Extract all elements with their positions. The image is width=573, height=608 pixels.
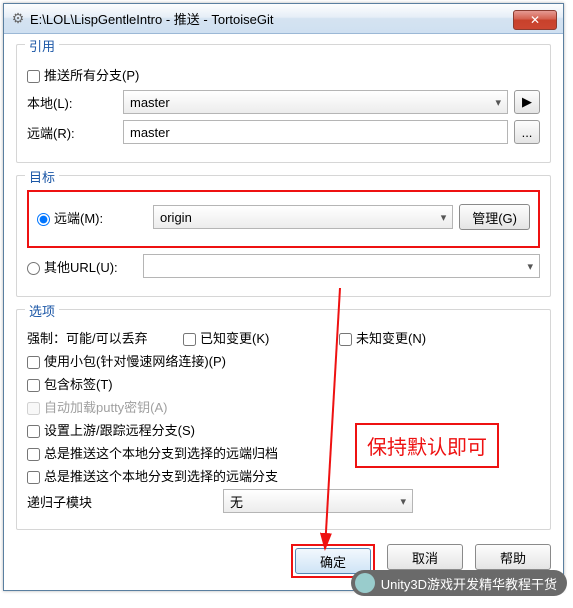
group-target: 目标 远端(M): origin 管理(G) 其他URL(U):	[16, 175, 551, 297]
remote-branch-label: 远端(R):	[27, 123, 117, 142]
play-button[interactable]: ▶	[514, 90, 540, 114]
tags-checkbox[interactable]: 包含标签(T)	[27, 374, 113, 393]
local-branch-combo[interactable]: master	[123, 90, 508, 114]
group-target-title: 目标	[25, 167, 59, 186]
submodule-combo[interactable]: 无	[223, 489, 413, 513]
avatar-icon	[355, 573, 375, 593]
group-options: 选项 强制：可能/可以丢弃 已知变更(K) 未知变更(N) 使用小包(针对慢速网…	[16, 309, 551, 530]
footer-bubble: Unity3D游戏开发精华教程干货	[351, 570, 567, 596]
window-title: E:\LOL\LispGentleIntro - 推送 - TortoiseGi…	[30, 9, 513, 28]
app-icon: ⚙	[10, 11, 26, 27]
annotation-text: 保持默认即可	[355, 423, 499, 468]
local-label: 本地(L):	[27, 93, 117, 112]
titlebar: ⚙ E:\LOL\LispGentleIntro - 推送 - Tortoise…	[4, 4, 563, 34]
highlight-target: 远端(M): origin 管理(G)	[27, 190, 540, 248]
target-other-combo[interactable]	[143, 254, 540, 278]
submodule-label: 递归子模块	[27, 492, 217, 511]
always-archive-checkbox[interactable]: 总是推送这个本地分支到选择的远端归档	[27, 443, 278, 462]
target-remote-radio[interactable]: 远端(M):	[37, 208, 147, 227]
thinpack-checkbox[interactable]: 使用小包(针对慢速网络连接)(P)	[27, 351, 226, 370]
push-all-branches-checkbox[interactable]: 推送所有分支(P)	[27, 65, 139, 84]
remote-branch-input[interactable]: master	[123, 120, 508, 144]
known-changes-checkbox[interactable]: 已知变更(K)	[183, 328, 333, 347]
target-other-radio[interactable]: 其他URL(U):	[27, 257, 137, 276]
group-options-title: 选项	[25, 301, 59, 320]
upstream-checkbox[interactable]: 设置上游/跟踪远程分支(S)	[27, 420, 195, 439]
help-button[interactable]: 帮助	[475, 544, 551, 570]
browse-button[interactable]: ...	[514, 120, 540, 144]
group-reference-title: 引用	[25, 36, 59, 55]
manage-button[interactable]: 管理(G)	[459, 204, 530, 230]
cancel-button[interactable]: 取消	[387, 544, 463, 570]
force-label: 强制：可能/可以丢弃	[27, 328, 177, 347]
putty-checkbox: 自动加载putty密钥(A)	[27, 397, 168, 416]
close-button[interactable]: ✕	[513, 10, 557, 30]
always-branch-checkbox[interactable]: 总是推送这个本地分支到选择的远端分支	[27, 466, 278, 485]
unknown-changes-checkbox[interactable]: 未知变更(N)	[339, 328, 426, 347]
footer-text: Unity3D游戏开发精华教程干货	[381, 574, 557, 593]
group-reference: 引用 推送所有分支(P) 本地(L): master ▶ 远端(R): mast…	[16, 44, 551, 163]
target-remote-combo[interactable]: origin	[153, 205, 453, 229]
